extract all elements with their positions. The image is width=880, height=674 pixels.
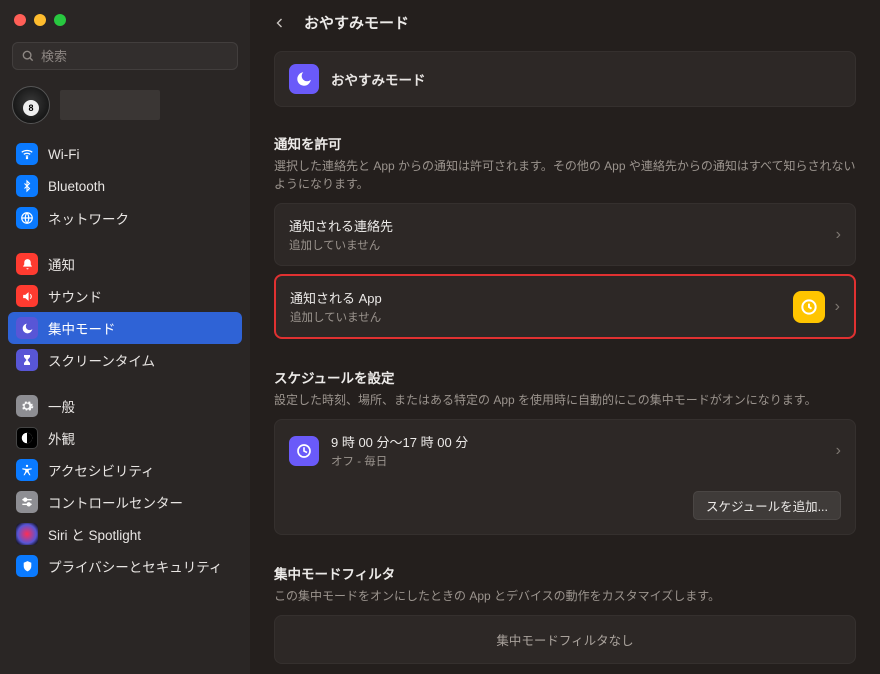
row-title: 通知される連絡先 [289, 216, 393, 235]
sidebar-item-label: Bluetooth [48, 179, 105, 194]
add-schedule-button[interactable]: スケジュールを追加... [693, 491, 841, 520]
row-subtitle: 追加していません [289, 237, 393, 253]
allowed-contacts-row[interactable]: 通知される連絡先 追加していません › [274, 203, 856, 266]
sidebar: 8 Wi-Fi Bluetooth ネットワーク 通知 [0, 0, 250, 674]
sidebar-item-label: コントロールセンター [48, 492, 183, 512]
allow-notifications-section: 通知を許可 選択した連絡先と App からの通知は許可されます。その他の App… [274, 133, 856, 339]
schedule-time: 9 時 00 分〜17 時 00 分 [331, 432, 468, 451]
sidebar-item-network[interactable]: ネットワーク [8, 202, 242, 234]
wifi-icon [16, 143, 38, 165]
window-controls [0, 10, 250, 40]
focus-filter-none-card[interactable]: 集中モードフィルタなし [274, 615, 856, 664]
sidebar-group-system: 一般 外観 アクセシビリティ コントロールセンター Siri と Spotlig… [0, 388, 250, 584]
sidebar-item-accessibility[interactable]: アクセシビリティ [8, 454, 242, 486]
schedule-item-row[interactable]: 9 時 00 分〜17 時 00 分 オフ - 毎日 › [275, 420, 855, 481]
search-input[interactable] [41, 49, 229, 64]
sidebar-item-label: 一般 [48, 396, 75, 416]
appearance-icon [16, 427, 38, 449]
main-content: おやすみモード おやすみモード 通知を許可 選択した連絡先と App からの通知… [250, 0, 880, 674]
accessibility-icon [16, 459, 38, 481]
chevron-right-icon: › [836, 442, 841, 460]
search-field[interactable] [12, 42, 238, 70]
focus-filter-section: 集中モードフィルタ この集中モードをオンにしたときの App とデバイスの動作を… [274, 563, 856, 664]
gear-icon [16, 395, 38, 417]
zoom-window-button[interactable] [54, 14, 66, 26]
row-title: 通知される App [290, 288, 382, 307]
bluetooth-icon [16, 175, 38, 197]
sidebar-item-notifications[interactable]: 通知 [8, 248, 242, 280]
clock-app-icon [793, 291, 825, 323]
sidebar-item-general[interactable]: 一般 [8, 390, 242, 422]
siri-icon [16, 523, 38, 545]
sidebar-item-control-center[interactable]: コントロールセンター [8, 486, 242, 518]
sidebar-item-privacy[interactable]: プライバシーとセキュリティ [8, 550, 242, 582]
sidebar-item-wifi[interactable]: Wi-Fi [8, 138, 242, 170]
section-description: 設定した時刻、場所、またはある特定の App を使用時に自動的にこの集中モードが… [274, 391, 856, 409]
sidebar-item-bluetooth[interactable]: Bluetooth [8, 170, 242, 202]
sidebar-item-sound[interactable]: サウンド [8, 280, 242, 312]
hourglass-icon [16, 349, 38, 371]
chevron-right-icon: › [835, 298, 840, 316]
close-window-button[interactable] [14, 14, 26, 26]
focus-mode-card[interactable]: おやすみモード [274, 51, 856, 107]
moon-icon [289, 64, 319, 94]
search-icon [21, 49, 35, 63]
minimize-window-button[interactable] [34, 14, 46, 26]
back-button[interactable] [270, 13, 290, 33]
chevron-right-icon: › [836, 226, 841, 244]
sidebar-item-screentime[interactable]: スクリーンタイム [8, 344, 242, 376]
sidebar-item-label: 集中モード [48, 318, 116, 338]
sidebar-group-notifications: 通知 サウンド 集中モード スクリーンタイム [0, 246, 250, 378]
page-header: おやすみモード [250, 0, 880, 51]
sidebar-item-label: 通知 [48, 254, 75, 274]
sidebar-item-label: Wi-Fi [48, 147, 79, 162]
network-icon [16, 207, 38, 229]
sidebar-item-focus[interactable]: 集中モード [8, 312, 242, 344]
profile-name-redacted [60, 90, 160, 120]
schedule-section: スケジュールを設定 設定した時刻、場所、またはある特定の App を使用時に自動… [274, 367, 856, 535]
section-title: スケジュールを設定 [274, 367, 856, 387]
sliders-icon [16, 491, 38, 513]
focus-mode-name: おやすみモード [331, 69, 426, 89]
sidebar-item-siri[interactable]: Siri と Spotlight [8, 518, 242, 550]
row-subtitle: 追加していません [290, 309, 382, 325]
sidebar-item-label: 外観 [48, 428, 75, 448]
schedule-status: オフ - 毎日 [331, 453, 468, 469]
allowed-apps-row[interactable]: 通知される App 追加していません › [274, 274, 856, 339]
apple-id-row[interactable]: 8 [0, 80, 250, 136]
sidebar-item-label: Siri と Spotlight [48, 524, 141, 544]
section-description: この集中モードをオンにしたときの App とデバイスの動作をカスタマイズします。 [274, 587, 856, 605]
sidebar-group-network: Wi-Fi Bluetooth ネットワーク [0, 136, 250, 236]
sidebar-item-label: プライバシーとセキュリティ [48, 556, 222, 576]
schedule-panel: 9 時 00 分〜17 時 00 分 オフ - 毎日 › スケジュールを追加..… [274, 419, 856, 535]
page-title: おやすみモード [304, 12, 409, 33]
sidebar-item-label: スクリーンタイム [48, 350, 155, 370]
sidebar-item-label: アクセシビリティ [48, 460, 155, 480]
hand-icon [16, 555, 38, 577]
section-title: 集中モードフィルタ [274, 563, 856, 583]
sidebar-item-label: サウンド [48, 286, 102, 306]
clock-icon [289, 436, 319, 466]
sidebar-item-appearance[interactable]: 外観 [8, 422, 242, 454]
moon-icon [16, 317, 38, 339]
section-description: 選択した連絡先と App からの通知は許可されます。その他の App や連絡先か… [274, 157, 856, 193]
sidebar-item-label: ネットワーク [48, 208, 129, 228]
speaker-icon [16, 285, 38, 307]
bell-icon [16, 253, 38, 275]
avatar: 8 [12, 86, 50, 124]
section-title: 通知を許可 [274, 133, 856, 153]
